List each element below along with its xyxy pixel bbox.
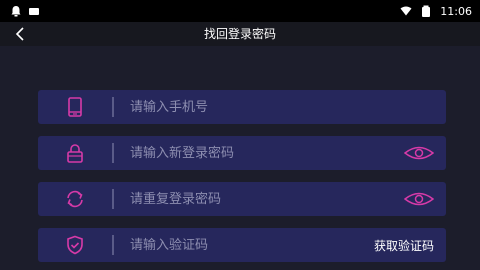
sim-icon xyxy=(29,8,39,15)
field-divider xyxy=(112,235,114,255)
get-code-button[interactable]: 获取验证码 xyxy=(374,237,434,254)
status-right: 11:06 xyxy=(400,5,472,18)
phone-icon xyxy=(62,97,88,117)
field-divider xyxy=(112,97,114,117)
header: 找回登录密码 xyxy=(0,22,480,46)
battery-icon xyxy=(422,5,431,17)
shield-check-icon xyxy=(62,235,88,255)
page-title: 找回登录密码 xyxy=(203,27,276,41)
phone-field xyxy=(38,90,446,124)
confirm-password-input[interactable] xyxy=(130,185,402,213)
eye-icon xyxy=(404,192,434,206)
new-password-input[interactable] xyxy=(130,139,402,167)
reset-password-form: 获取验证码 xyxy=(38,90,446,270)
status-left xyxy=(10,5,40,17)
confirm-password-field xyxy=(38,182,446,216)
new-password-field xyxy=(38,136,446,170)
verification-code-input[interactable] xyxy=(130,231,374,259)
field-divider xyxy=(112,189,114,209)
field-divider xyxy=(112,143,114,163)
refresh-icon xyxy=(62,189,88,209)
eye-icon xyxy=(404,146,434,160)
toggle-password-visibility-button[interactable] xyxy=(402,143,436,163)
wifi-icon xyxy=(400,6,412,16)
phone-input[interactable] xyxy=(130,93,446,121)
notification-icon xyxy=(11,6,21,17)
screen: 11:06 找回登录密码 请输入手机号 请输入验证码 获取验证码 xyxy=(0,0,480,270)
lock-icon xyxy=(62,143,88,163)
verification-code-field: 获取验证码 xyxy=(38,228,446,262)
status-time: 11:06 xyxy=(440,4,472,18)
status-bar: 11:06 xyxy=(0,0,480,22)
toggle-confirm-visibility-button[interactable] xyxy=(402,189,436,209)
